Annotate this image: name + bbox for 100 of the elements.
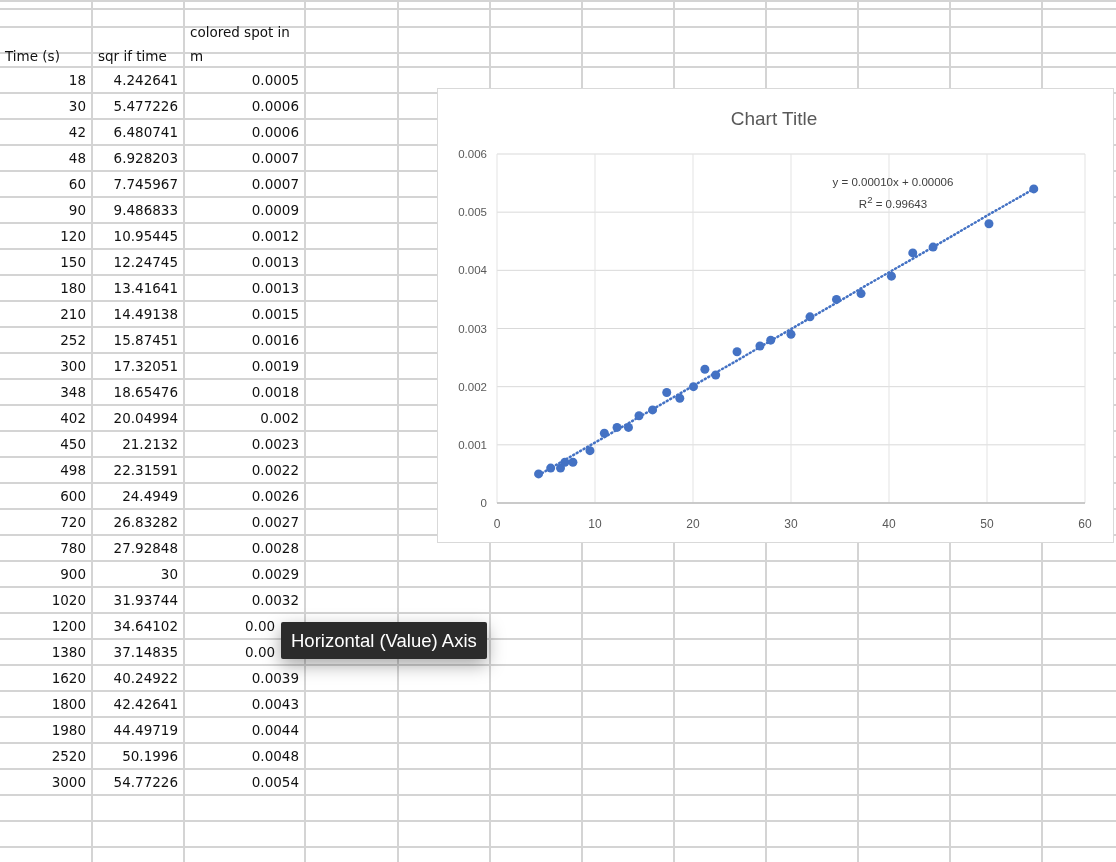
table-cell-text: 24.4949 xyxy=(121,487,179,506)
table-cell-text: 0.0019 xyxy=(250,357,300,376)
table-cell-text: 1380 xyxy=(50,643,87,662)
table-cell-text: 1620 xyxy=(50,669,87,688)
table-cell-text: 27.92848 xyxy=(112,539,179,558)
tooltip: Horizontal (Value) Axis xyxy=(281,622,487,659)
x-axis-tick-label: 0 xyxy=(493,517,501,531)
table-cell-text: 10.95445 xyxy=(112,227,179,246)
table-cell-text: 780 xyxy=(59,539,87,558)
data-point xyxy=(634,411,644,421)
table-cell-text: 0.0007 xyxy=(250,149,300,168)
table-cell-text: 7.745967 xyxy=(112,175,179,194)
table-cell-text: 0.0026 xyxy=(250,487,300,506)
table-cell-text: 5.477226 xyxy=(112,97,179,116)
table-cell-text: 20.04994 xyxy=(112,409,179,428)
data-point xyxy=(560,457,570,467)
table-cell-text: 42 xyxy=(67,123,87,142)
table-cell-text: 22.31591 xyxy=(112,461,179,480)
table-cell-text: 150 xyxy=(59,253,87,272)
table-cell-text: 0.0005 xyxy=(250,71,300,90)
data-point xyxy=(786,329,796,339)
y-axis-tick-label: 0.006 xyxy=(458,148,487,160)
table-cell-text: 14.49138 xyxy=(112,305,179,324)
table-cell-text: 6.928203 xyxy=(112,149,179,168)
x-axis-tick-label: 50 xyxy=(980,517,994,531)
table-cell-text: 600 xyxy=(59,487,87,506)
data-point xyxy=(662,388,672,397)
x-axis-tick-label: 20 xyxy=(686,517,700,531)
table-cell-text: 30 xyxy=(67,97,87,116)
table-cell-text: 0.0022 xyxy=(250,461,300,480)
table-cell-text: 300 xyxy=(59,357,87,376)
y-axis-tick-label: 0.001 xyxy=(458,438,487,451)
table-cell-text: 0.0054 xyxy=(250,773,300,792)
table-cell-text: 21.2132 xyxy=(121,435,179,454)
data-point xyxy=(700,364,710,374)
data-point xyxy=(599,428,609,438)
data-point xyxy=(1029,184,1039,194)
table-cell-text: 0.0039 xyxy=(250,669,300,688)
table-cell-text: 18.65476 xyxy=(112,383,179,402)
table-cell-text: 0.00 xyxy=(244,617,277,636)
x-axis-tick-label: 40 xyxy=(882,517,896,531)
table-cell-text: 0.0007 xyxy=(250,175,300,194)
table-cell-text: 54.77226 xyxy=(112,773,179,792)
table-cell-text: 0.0006 xyxy=(250,123,300,142)
data-point xyxy=(689,382,698,392)
data-point xyxy=(732,347,742,357)
y-axis-tick-label: 0.003 xyxy=(458,322,487,335)
data-point xyxy=(612,422,622,432)
data-point xyxy=(546,463,556,473)
table-cell-text: 60 xyxy=(67,175,87,194)
table-cell-text: 0.0018 xyxy=(250,383,300,402)
table-cell-text: 0.0028 xyxy=(250,539,300,558)
data-point xyxy=(908,248,918,258)
table-cell-text: 50.1996 xyxy=(121,747,179,766)
x-axis-tick-label: 10 xyxy=(588,517,602,531)
trendline-label: y = 0.00010x + 0.00006 xyxy=(831,175,955,190)
data-point xyxy=(585,446,595,456)
table-cell-text: 18 xyxy=(67,71,87,90)
table-cell-text: 30 xyxy=(159,565,179,584)
chart-title: Chart Title xyxy=(730,108,818,129)
header-cell-text: Time (s) xyxy=(4,47,61,66)
table-cell-text: 0.0027 xyxy=(250,513,300,532)
table-cell-text: 1020 xyxy=(50,591,87,610)
table-cell-text: 13.41641 xyxy=(112,279,179,298)
table-cell-text: 180 xyxy=(59,279,87,298)
table-cell-text: 210 xyxy=(59,305,87,324)
header-cell-text: sqr if time xyxy=(97,47,168,66)
table-cell-text: 40.24922 xyxy=(112,669,179,688)
table-cell-text: 1800 xyxy=(50,695,87,714)
data-point xyxy=(832,294,841,304)
table-cell-text: 3000 xyxy=(50,773,87,792)
data-point xyxy=(711,370,721,380)
data-point xyxy=(755,341,765,351)
data-point xyxy=(624,422,633,432)
table-cell-text: 12.24745 xyxy=(112,253,179,272)
table-cell-text: 37.14835 xyxy=(112,643,179,662)
data-point xyxy=(568,457,578,467)
table-cell-text: 720 xyxy=(59,513,87,532)
x-axis-tick-label: 30 xyxy=(784,517,798,531)
table-cell-text: 0.0013 xyxy=(250,279,300,298)
x-axis-tick-label: 60 xyxy=(1078,517,1092,531)
data-point xyxy=(648,405,658,415)
table-cell-text: 48 xyxy=(67,149,87,168)
data-point xyxy=(928,242,938,252)
y-axis-tick-label: 0.002 xyxy=(458,380,487,393)
table-cell-text: 0.0013 xyxy=(250,253,300,272)
table-cell-text: 34.64102 xyxy=(112,617,179,636)
table-cell-text: 0.0016 xyxy=(250,331,300,350)
table-cell-text: 0.0012 xyxy=(250,227,300,246)
table-cell-text: 0.0044 xyxy=(250,721,300,740)
table-cell-text: 42.42641 xyxy=(112,695,179,714)
table-cell-text: 9.486833 xyxy=(112,201,179,220)
table-cell-text: 44.49719 xyxy=(112,721,179,740)
data-point xyxy=(984,219,994,229)
data-point xyxy=(675,393,685,403)
table-cell-text: 1980 xyxy=(50,721,87,740)
y-axis-tick-label: 0.005 xyxy=(458,206,487,219)
table-cell-text: 26.83282 xyxy=(112,513,179,532)
table-cell-text: 252 xyxy=(59,331,87,350)
table-cell-text: 498 xyxy=(59,461,87,480)
